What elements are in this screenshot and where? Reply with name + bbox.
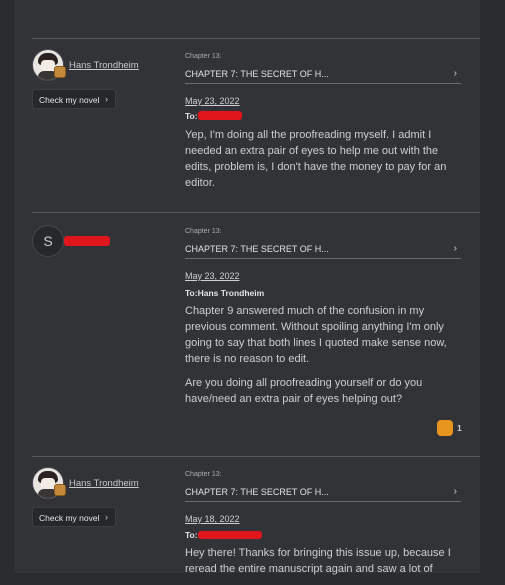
comment-body: Hey there! Thanks for bringing this issu… <box>185 545 457 585</box>
comments-panel: Hans Trondheim Check my novel › Chapter … <box>14 0 480 575</box>
chapter-label: Chapter 13: <box>185 471 222 478</box>
username-link[interactable]: Hans Trondheim <box>69 478 139 489</box>
chapter-label: Chapter 13: <box>185 53 222 60</box>
comment-body: Yep, I'm doing all the proofreading myse… <box>185 127 457 199</box>
reply-to: To: <box>185 530 198 540</box>
comment-paragraph: Yep, I'm doing all the proofreading myse… <box>185 129 447 189</box>
chevron-right-icon: › <box>105 94 108 104</box>
comment-date[interactable]: May 23, 2022 <box>185 271 240 281</box>
chevron-right-icon: › <box>453 243 457 254</box>
user-badge-icon <box>54 66 66 78</box>
comment-date[interactable]: May 18, 2022 <box>185 514 240 524</box>
like-badge-icon[interactable] <box>437 420 453 436</box>
chapter-link[interactable]: CHAPTER 7: THE SECRET OF H... › <box>185 482 461 502</box>
check-novel-label: Check my novel <box>39 95 100 105</box>
redacted-recipient <box>198 531 262 539</box>
user-badge-icon <box>54 484 66 496</box>
comment-paragraph: Chapter 9 answered much of the confusion… <box>185 305 447 365</box>
chapter-link[interactable]: CHAPTER 7: THE SECRET OF H... › <box>185 64 461 84</box>
divider <box>32 212 480 213</box>
redacted-recipient <box>198 111 242 120</box>
chapter-title: CHAPTER 7: THE SECRET OF H... <box>185 69 329 79</box>
chapter-title: CHAPTER 7: THE SECRET OF H... <box>185 487 329 497</box>
chapter-link[interactable]: CHAPTER 7: THE SECRET OF H... › <box>185 239 461 259</box>
check-novel-label: Check my novel <box>39 513 100 523</box>
chevron-right-icon: › <box>453 486 457 497</box>
like-count: 1 <box>457 423 462 433</box>
username-link[interactable]: Hans Trondheim <box>69 60 139 71</box>
reply-to: To: <box>185 111 198 121</box>
redacted-username <box>64 236 110 246</box>
comment-date[interactable]: May 23, 2022 <box>185 96 240 106</box>
avatar[interactable]: S <box>32 225 64 257</box>
chevron-right-icon: › <box>453 68 457 79</box>
check-novel-button[interactable]: Check my novel › <box>32 89 116 109</box>
reply-to: To:Hans Trondheim <box>185 288 265 298</box>
divider <box>32 38 480 39</box>
comment-paragraph: Hey there! Thanks for bringing this issu… <box>185 547 451 575</box>
chapter-label: Chapter 13: <box>185 228 222 235</box>
chapter-title: CHAPTER 7: THE SECRET OF H... <box>185 244 329 254</box>
divider <box>32 456 480 457</box>
check-novel-button[interactable]: Check my novel › <box>32 507 116 527</box>
comment-paragraph: Are you doing all proofreading yourself … <box>185 377 423 405</box>
comment-body: Chapter 9 answered much of the confusion… <box>185 303 457 415</box>
chevron-right-icon: › <box>105 512 108 522</box>
